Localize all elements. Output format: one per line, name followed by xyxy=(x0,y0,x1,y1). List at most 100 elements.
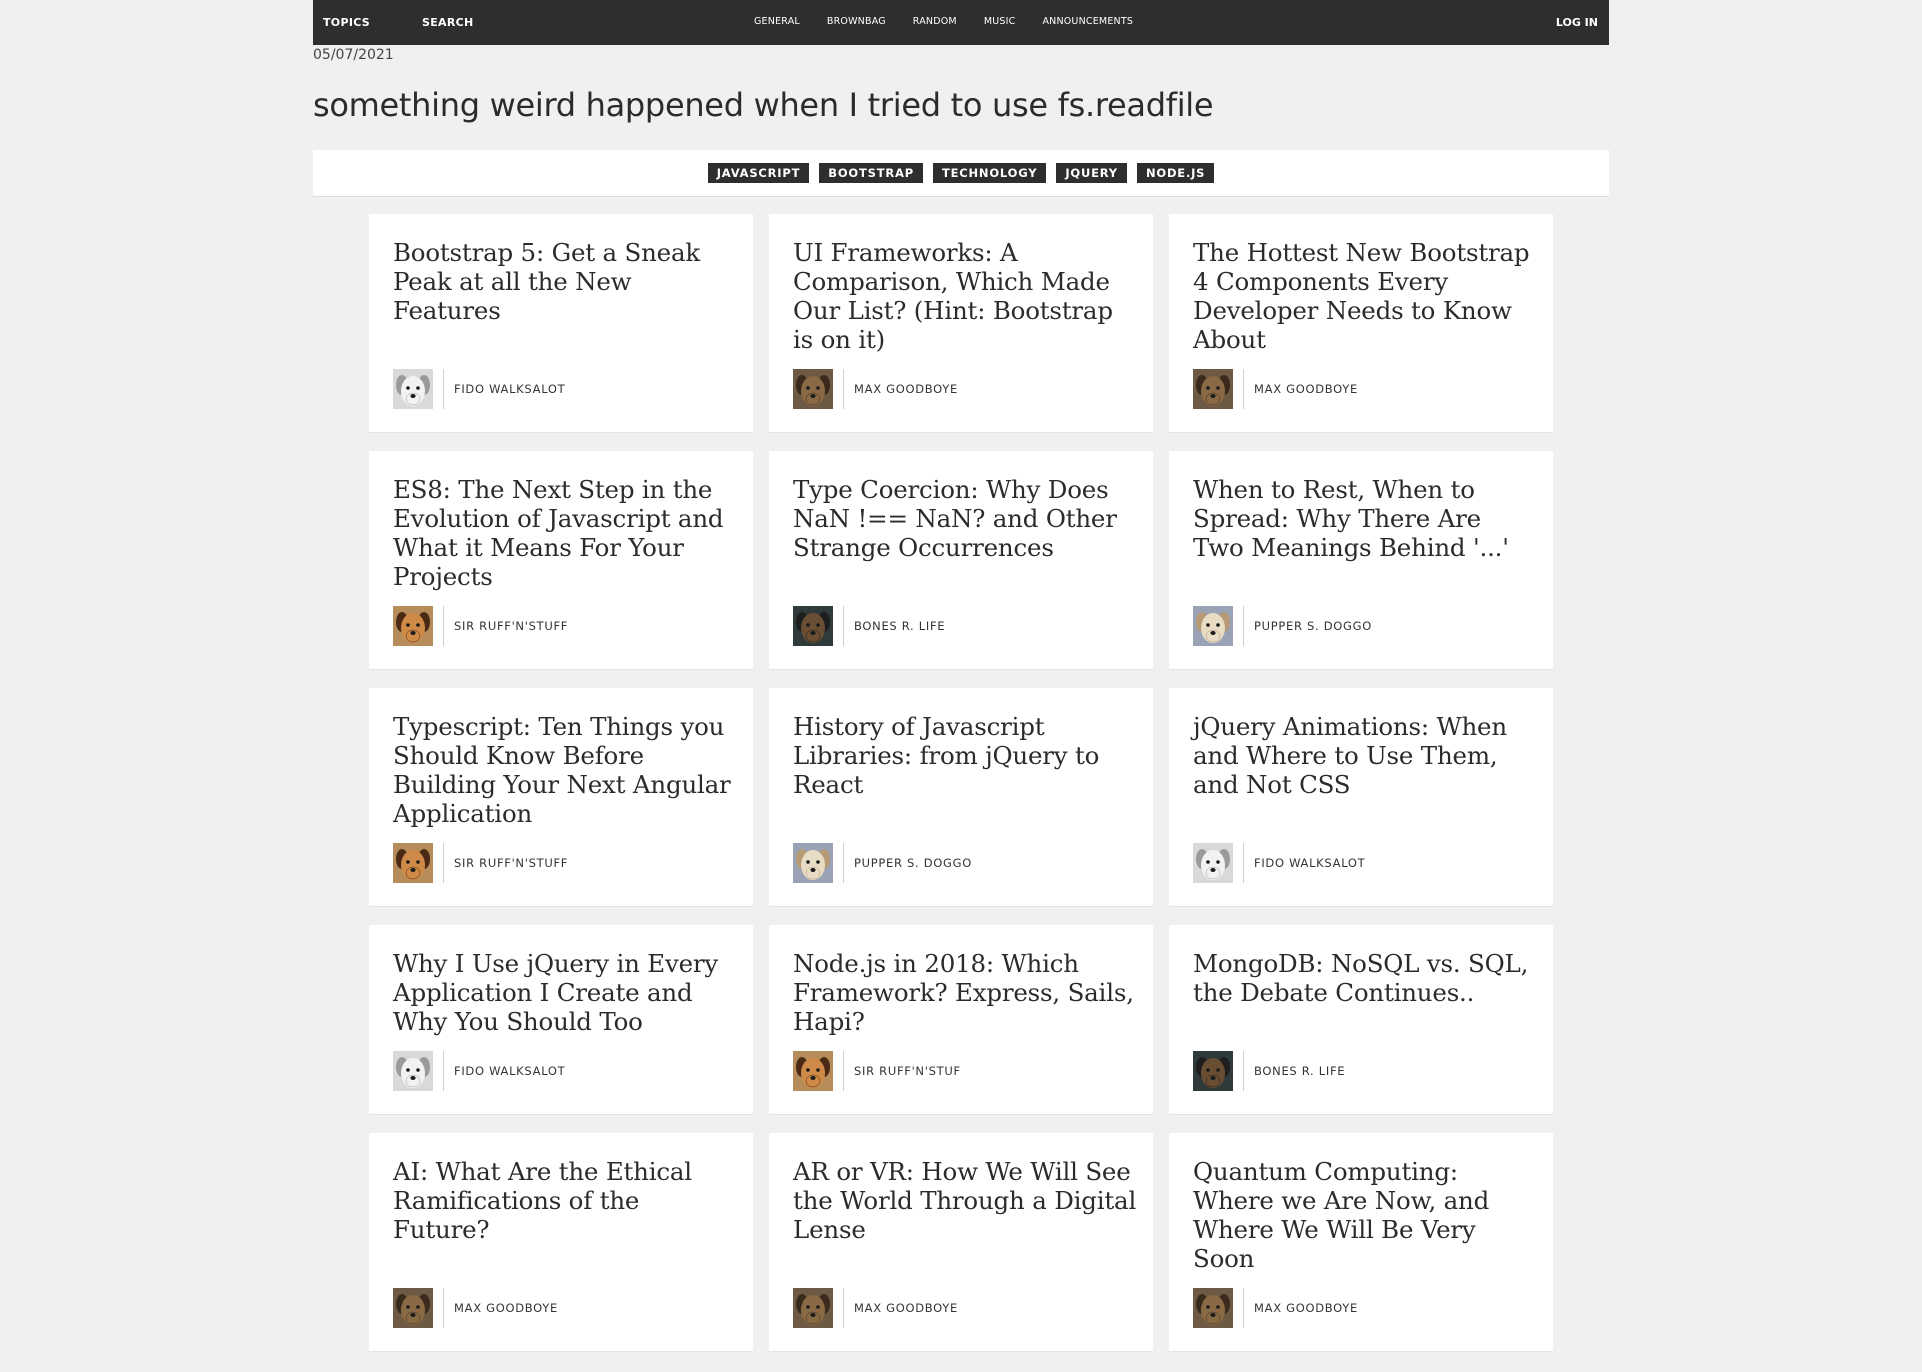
article-title[interactable]: History of Javascript Libraries: from jQ… xyxy=(793,712,1138,799)
topics-link[interactable]: TOPICS xyxy=(323,16,370,29)
article-card[interactable]: History of Javascript Libraries: from jQ… xyxy=(769,688,1153,907)
article-card[interactable]: AR or VR: How We Will See the World Thro… xyxy=(769,1133,1153,1352)
top-navigation-bar: TOPICS SEARCH GENERAL BROWNBAG RANDOM MU… xyxy=(313,0,1609,45)
article-card[interactable]: Typescript: Ten Things you Should Know B… xyxy=(369,688,753,907)
dark-dog-avatar[interactable] xyxy=(1193,1051,1233,1091)
tag-bootstrap[interactable]: BOOTSTRAP xyxy=(819,163,923,183)
article-title[interactable]: AI: What Are the Ethical Ramifications o… xyxy=(393,1157,738,1244)
author-name[interactable]: SIR RUFF'N'STUFF xyxy=(454,619,568,633)
author-block: FIDO WALKSALOT xyxy=(393,1051,565,1091)
author-divider xyxy=(843,1288,844,1328)
search-link[interactable]: SEARCH xyxy=(422,16,474,29)
cream-dog-avatar[interactable] xyxy=(1193,606,1233,646)
article-title[interactable]: The Hottest New Bootstrap 4 Components E… xyxy=(1193,238,1538,354)
article-card[interactable]: jQuery Animations: When and Where to Use… xyxy=(1169,688,1553,907)
category-link-music[interactable]: MUSIC xyxy=(984,16,1016,27)
category-link-random[interactable]: RANDOM xyxy=(913,16,957,27)
brown-dog-avatar[interactable] xyxy=(793,369,833,409)
author-name[interactable]: FIDO WALKSALOT xyxy=(1254,856,1365,870)
article-card[interactable]: MongoDB: NoSQL vs. SQL, the Debate Conti… xyxy=(1169,925,1553,1115)
article-title[interactable]: Type Coercion: Why Does NaN !== NaN? and… xyxy=(793,475,1138,562)
author-name[interactable]: BONES R. LIFE xyxy=(854,619,945,633)
article-card[interactable]: ES8: The Next Step in the Evolution of J… xyxy=(369,451,753,670)
author-divider xyxy=(843,843,844,883)
article-title[interactable]: AR or VR: How We Will See the World Thro… xyxy=(793,1157,1138,1244)
white-dog-avatar[interactable] xyxy=(393,369,433,409)
article-card[interactable]: AI: What Are the Ethical Ramifications o… xyxy=(369,1133,753,1352)
author-divider xyxy=(843,369,844,409)
author-name[interactable]: BONES R. LIFE xyxy=(1254,1064,1345,1078)
author-block: MAX GOODBOYE xyxy=(393,1288,558,1328)
author-name[interactable]: MAX GOODBOYE xyxy=(454,1301,558,1315)
brown-dog-avatar[interactable] xyxy=(793,1288,833,1328)
article-title[interactable]: ES8: The Next Step in the Evolution of J… xyxy=(393,475,738,591)
author-divider xyxy=(443,606,444,646)
tan-dog-avatar[interactable] xyxy=(793,1051,833,1091)
author-block: FIDO WALKSALOT xyxy=(393,369,565,409)
author-divider xyxy=(443,1288,444,1328)
author-block: PUPPER S. DOGGO xyxy=(1193,606,1372,646)
article-title[interactable]: jQuery Animations: When and Where to Use… xyxy=(1193,712,1538,799)
category-link-brownbag[interactable]: BROWNBAG xyxy=(827,16,886,27)
tan-dog-avatar[interactable] xyxy=(393,843,433,883)
author-block: FIDO WALKSALOT xyxy=(1193,843,1365,883)
author-divider xyxy=(1243,1051,1244,1091)
white-dog-avatar[interactable] xyxy=(393,1051,433,1091)
author-name[interactable]: FIDO WALKSALOT xyxy=(454,382,565,396)
article-card[interactable]: Node.js in 2018: Which Framework? Expres… xyxy=(769,925,1153,1115)
author-divider xyxy=(1243,369,1244,409)
author-block: BONES R. LIFE xyxy=(793,606,945,646)
article-card[interactable]: Why I Use jQuery in Every Application I … xyxy=(369,925,753,1115)
article-title[interactable]: Typescript: Ten Things you Should Know B… xyxy=(393,712,738,828)
author-block: MAX GOODBOYE xyxy=(1193,1288,1358,1328)
article-card[interactable]: When to Rest, When to Spread: Why There … xyxy=(1169,451,1553,670)
author-name[interactable]: SIR RUFF'N'STUFF xyxy=(454,856,568,870)
author-name[interactable]: SIR RUFF'N'STUF xyxy=(854,1064,961,1078)
tag-jquery[interactable]: JQUERY xyxy=(1056,163,1127,183)
page-wrapper: TOPICS SEARCH GENERAL BROWNBAG RANDOM MU… xyxy=(313,0,1609,1352)
author-divider xyxy=(843,606,844,646)
author-name[interactable]: PUPPER S. DOGGO xyxy=(854,856,972,870)
brown-dog-avatar[interactable] xyxy=(1193,369,1233,409)
tag-technology[interactable]: TECHNOLOGY xyxy=(932,163,1047,183)
author-block: MAX GOODBOYE xyxy=(793,369,958,409)
login-link[interactable]: LOG IN xyxy=(1556,16,1598,29)
tan-dog-avatar[interactable] xyxy=(393,606,433,646)
author-name[interactable]: MAX GOODBOYE xyxy=(1254,382,1358,396)
author-divider xyxy=(843,1051,844,1091)
author-name[interactable]: MAX GOODBOYE xyxy=(854,1301,958,1315)
article-card[interactable]: The Hottest New Bootstrap 4 Components E… xyxy=(1169,214,1553,433)
author-name[interactable]: MAX GOODBOYE xyxy=(1254,1301,1358,1315)
article-card[interactable]: Bootstrap 5: Get a Sneak Peak at all the… xyxy=(369,214,753,433)
brown-dog-avatar[interactable] xyxy=(393,1288,433,1328)
author-divider xyxy=(1243,843,1244,883)
category-link-general[interactable]: GENERAL xyxy=(754,16,800,27)
tag-javascript[interactable]: JAVASCRIPT xyxy=(707,163,810,183)
author-name[interactable]: FIDO WALKSALOT xyxy=(454,1064,565,1078)
category-link-announcements[interactable]: ANNOUNCEMENTS xyxy=(1042,16,1133,27)
article-title[interactable]: When to Rest, When to Spread: Why There … xyxy=(1193,475,1538,562)
article-card[interactable]: Quantum Computing: Where we Are Now, and… xyxy=(1169,1133,1553,1352)
author-divider xyxy=(443,1051,444,1091)
author-divider xyxy=(443,369,444,409)
author-block: PUPPER S. DOGGO xyxy=(793,843,972,883)
article-title[interactable]: Why I Use jQuery in Every Application I … xyxy=(393,949,738,1036)
article-title[interactable]: UI Frameworks: A Comparison, Which Made … xyxy=(793,238,1138,354)
author-divider xyxy=(443,843,444,883)
author-block: MAX GOODBOYE xyxy=(793,1288,958,1328)
article-title[interactable]: MongoDB: NoSQL vs. SQL, the Debate Conti… xyxy=(1193,949,1538,1007)
article-title[interactable]: Bootstrap 5: Get a Sneak Peak at all the… xyxy=(393,238,738,325)
dark-dog-avatar[interactable] xyxy=(793,606,833,646)
category-nav: GENERAL BROWNBAG RANDOM MUSIC ANNOUNCEME… xyxy=(754,0,1160,43)
article-title[interactable]: Quantum Computing: Where we Are Now, and… xyxy=(1193,1157,1538,1273)
tag-nodejs[interactable]: NODE.JS xyxy=(1136,163,1215,183)
article-card[interactable]: Type Coercion: Why Does NaN !== NaN? and… xyxy=(769,451,1153,670)
brown-dog-avatar[interactable] xyxy=(1193,1288,1233,1328)
article-card[interactable]: UI Frameworks: A Comparison, Which Made … xyxy=(769,214,1153,433)
author-divider xyxy=(1243,606,1244,646)
author-name[interactable]: PUPPER S. DOGGO xyxy=(1254,619,1372,633)
cream-dog-avatar[interactable] xyxy=(793,843,833,883)
author-name[interactable]: MAX GOODBOYE xyxy=(854,382,958,396)
white-dog-avatar[interactable] xyxy=(1193,843,1233,883)
article-title[interactable]: Node.js in 2018: Which Framework? Expres… xyxy=(793,949,1138,1036)
